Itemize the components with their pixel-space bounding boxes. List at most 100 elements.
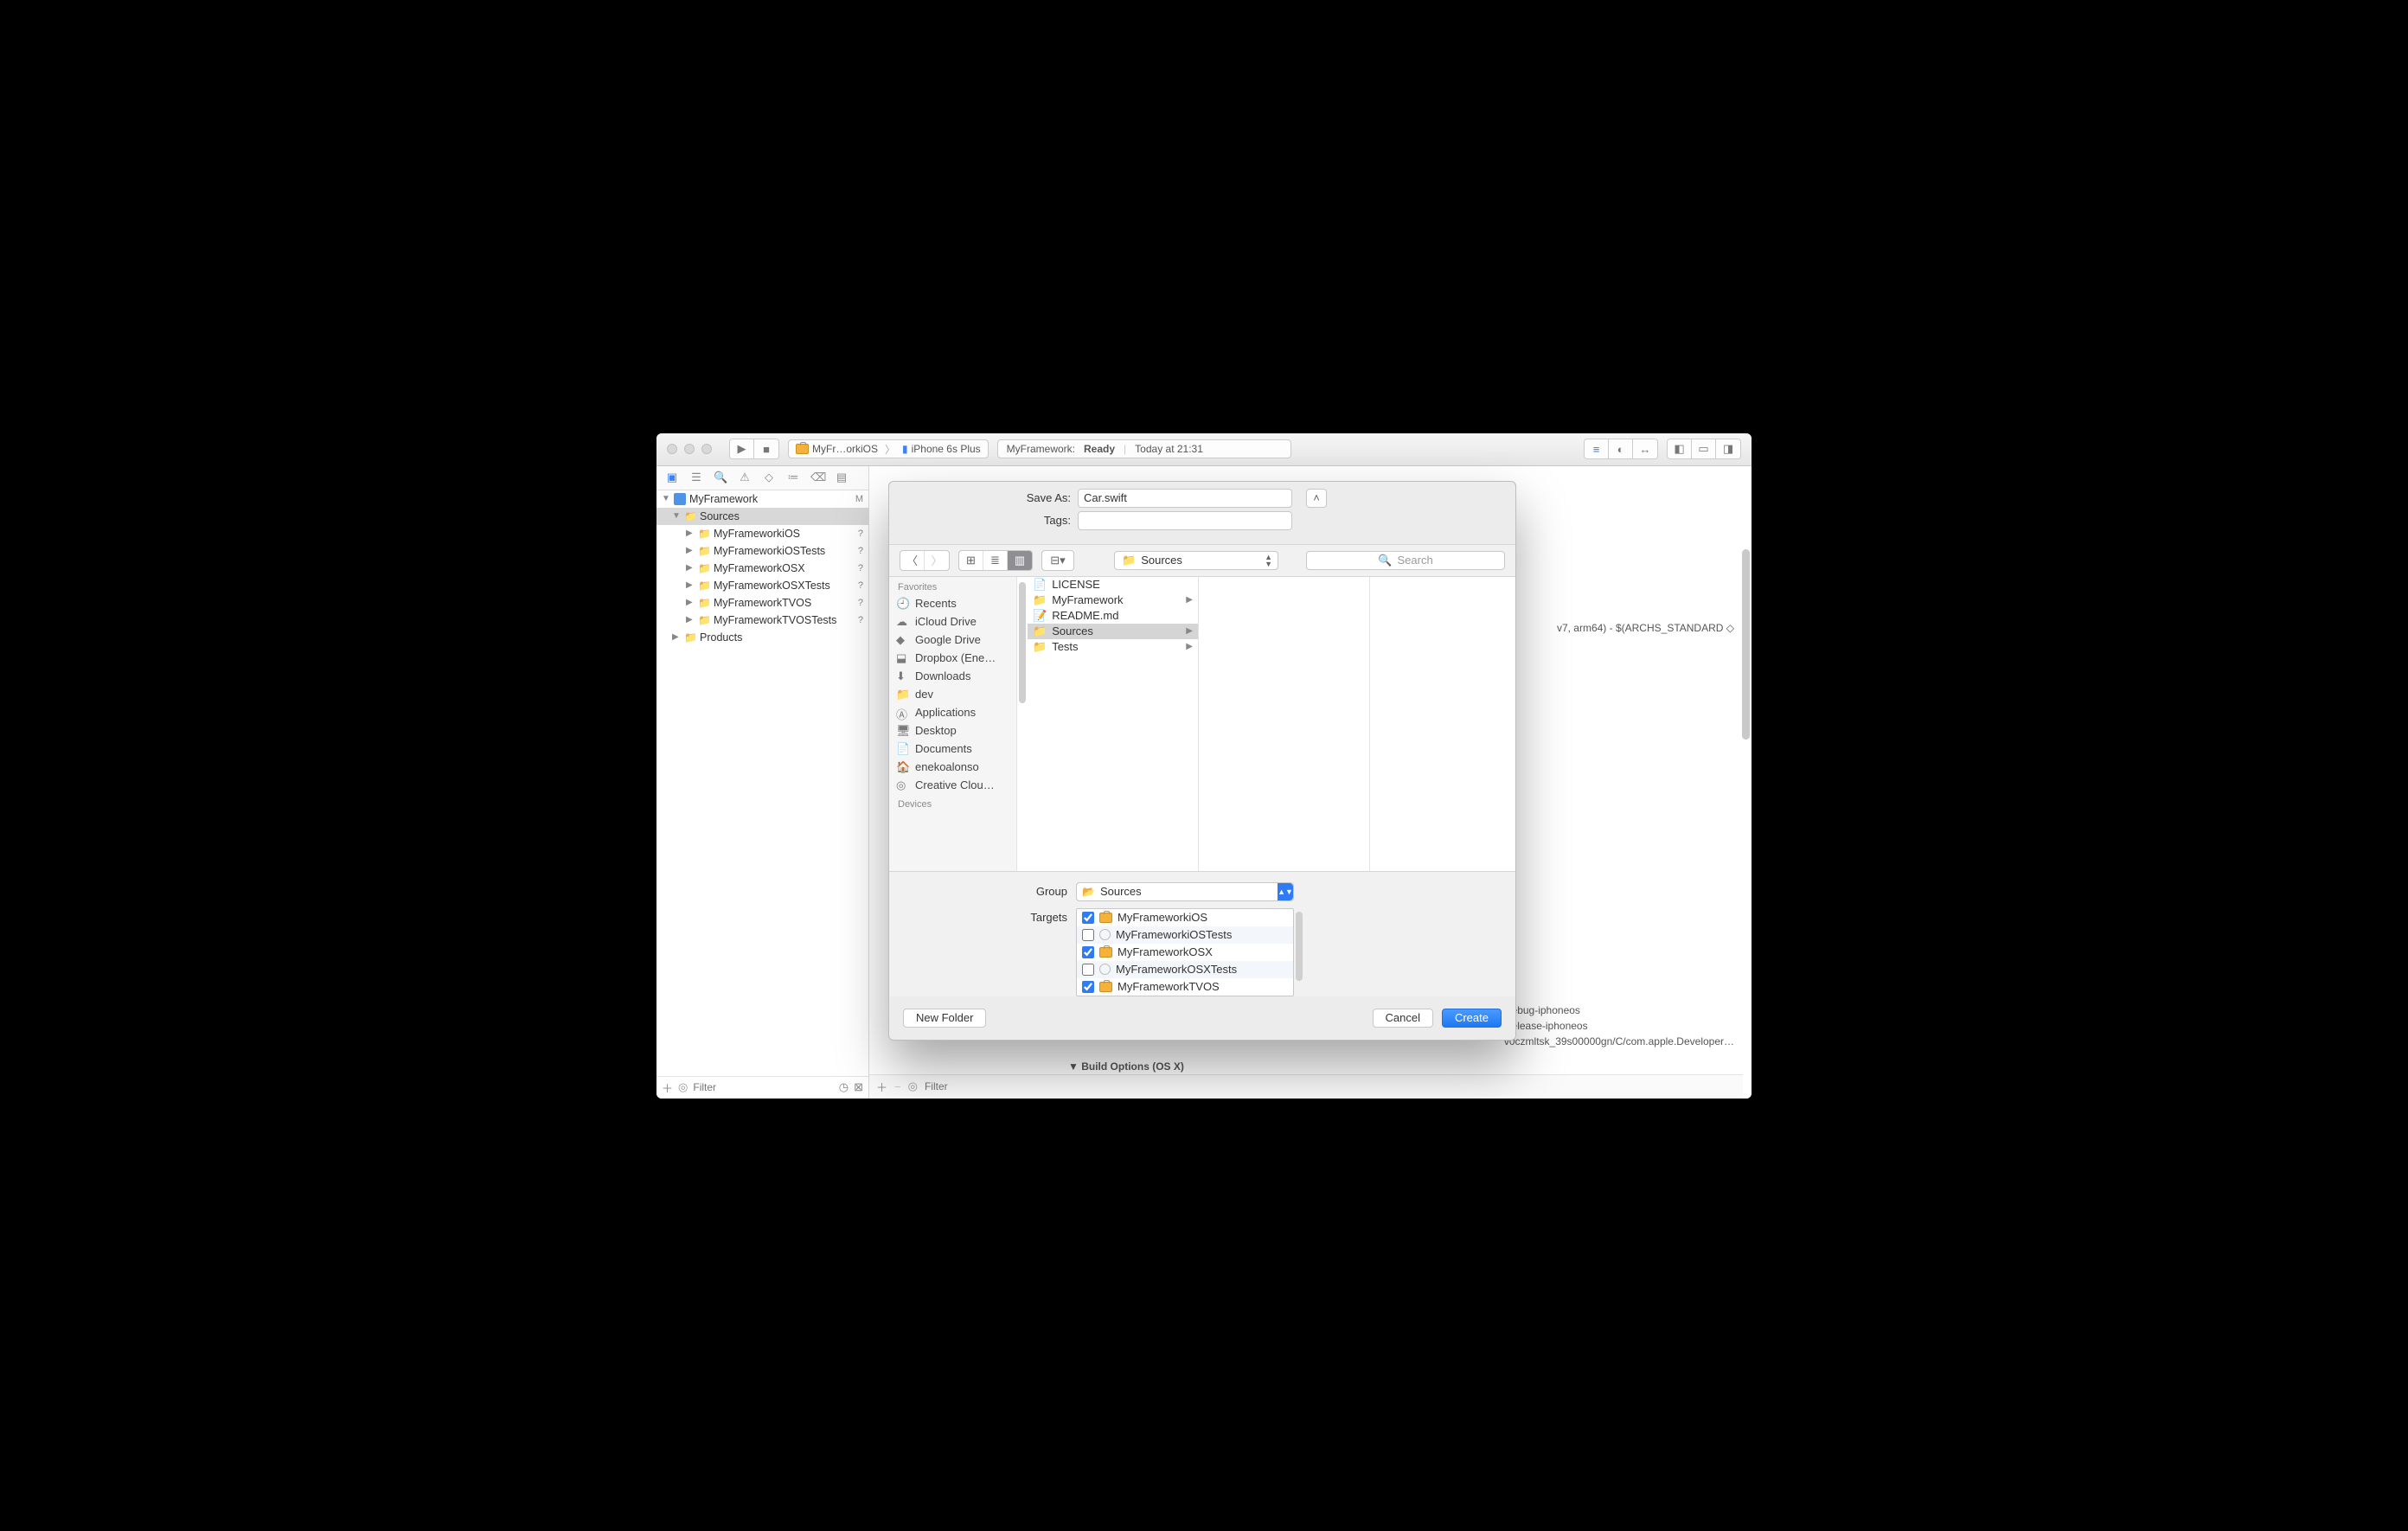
navigator-tabs: ▣ ☰ 🔍 ⚠ ◇ ≔ ⌫ ▤ <box>656 466 868 490</box>
scheme-selector[interactable]: MyFr…orkiOS 〉 ▮iPhone 6s Plus <box>788 439 989 458</box>
sidebar-scrollbar[interactable] <box>1017 577 1028 871</box>
scrollbar[interactable] <box>1739 523 1752 1074</box>
browser-column-2[interactable] <box>1199 577 1370 871</box>
file-row[interactable]: 📁Tests▶ <box>1028 639 1198 655</box>
remove-button[interactable]: − <box>894 1080 901 1093</box>
sidebar-item[interactable]: ⒶApplications <box>889 703 1016 721</box>
tree-item[interactable]: ▶ MyFrameworkiOS ? <box>656 525 868 542</box>
sidebar-item[interactable]: ◎Creative Clou… <box>889 776 1016 794</box>
test-navigator-tab[interactable]: ◇ <box>762 471 776 484</box>
file-row[interactable]: 📁MyFramework▶ <box>1028 593 1198 608</box>
sidebar-item[interactable]: 📄Documents <box>889 740 1016 758</box>
sidebar-item[interactable]: ☁iCloud Drive <box>889 612 1016 631</box>
breakpoint-navigator-tab[interactable]: ⌫ <box>810 471 824 484</box>
scheme-target: MyFr…orkiOS <box>812 443 878 455</box>
target-row[interactable]: MyFrameworkiOS <box>1077 909 1293 926</box>
find-navigator-tab[interactable]: 🔍 <box>714 471 727 484</box>
toggle-utilities-button[interactable]: ◨ <box>1716 439 1740 458</box>
saveas-label: Save As: <box>906 491 1071 504</box>
target-checkbox[interactable] <box>1082 929 1094 941</box>
tree-item[interactable]: ▶ MyFrameworkOSXTests ? <box>656 577 868 594</box>
sidebar-item[interactable]: 🕘Recents <box>889 594 1016 612</box>
search-field[interactable]: 🔍 Search <box>1306 551 1505 570</box>
add-breakpoint-button[interactable]: ＋ <box>876 1079 887 1095</box>
target-row[interactable]: MyFrameworkOSXTests <box>1077 961 1293 978</box>
test-icon <box>1099 929 1111 940</box>
target-row[interactable]: MyFrameworkiOSTests <box>1077 926 1293 944</box>
recent-filter-icon[interactable]: ◷ <box>839 1080 849 1094</box>
target-row[interactable]: MyFrameworkTVOS <box>1077 978 1293 996</box>
target-checkbox[interactable] <box>1082 946 1094 958</box>
back-button[interactable]: 〈 <box>900 551 925 570</box>
targets-scrollbar[interactable] <box>1294 908 1304 996</box>
add-button[interactable]: ＋ <box>662 1079 673 1096</box>
file-row[interactable]: 📝README.md <box>1028 608 1198 624</box>
sidebar-item[interactable]: 📁dev <box>889 685 1016 703</box>
group-popup[interactable]: Sources ▲▼ <box>1076 882 1294 901</box>
search-placeholder: Search <box>1397 554 1432 567</box>
column-view-button[interactable]: ▥ <box>1008 551 1032 570</box>
tree-item-products[interactable]: ▶ Products <box>656 629 868 646</box>
debug-filter-input[interactable] <box>925 1080 1059 1092</box>
target-checkbox[interactable] <box>1082 912 1094 924</box>
filter-scope-icon[interactable]: ◎ <box>678 1080 688 1094</box>
navigator-filter-input[interactable] <box>693 1081 833 1093</box>
file-row[interactable]: 📄LICENSE <box>1028 577 1198 593</box>
project-tree[interactable]: ▼ MyFramework M ▼ Sources ▶ MyFrameworki… <box>656 490 868 1076</box>
run-button[interactable]: ▶ <box>730 439 754 458</box>
issue-navigator-tab[interactable]: ⚠ <box>738 471 752 484</box>
save-sheet: Save As: ˄ Tags: 〈 〉 ⊞ ≣ ▥ ⊟▾ 📁 Sources <box>888 481 1516 1041</box>
sidebar-item[interactable]: ◆Google Drive <box>889 631 1016 649</box>
assistant-editor-button[interactable]: ◐ <box>1609 439 1633 458</box>
create-button[interactable]: Create <box>1442 1009 1502 1028</box>
list-view-button[interactable]: ≣ <box>983 551 1008 570</box>
scm-filter-icon[interactable]: ⊠ <box>854 1080 863 1094</box>
browser-column-3[interactable] <box>1370 577 1515 871</box>
group-arrange-button[interactable]: ⊟▾ <box>1041 550 1074 571</box>
symbol-navigator-tab[interactable]: ☰ <box>689 471 703 484</box>
project-root[interactable]: ▼ MyFramework M <box>656 490 868 508</box>
toggle-debug-button[interactable]: ▭ <box>1692 439 1716 458</box>
sidebar-item[interactable]: 🖥Desktop <box>889 721 1016 740</box>
file-row[interactable]: 📁Sources▶ <box>1028 624 1198 639</box>
zoom-window-button[interactable] <box>701 444 712 454</box>
saveas-input[interactable] <box>1078 489 1292 508</box>
new-folder-button[interactable]: New Folder <box>903 1009 986 1028</box>
toggle-navigator-button[interactable]: ◧ <box>1668 439 1692 458</box>
finder-sidebar[interactable]: Favorites 🕘Recents ☁iCloud Drive ◆Google… <box>889 577 1017 871</box>
path-popup[interactable]: 📁 Sources ▲▼ <box>1114 551 1278 570</box>
tree-item[interactable]: ▶ MyFrameworkOSX ? <box>656 560 868 577</box>
tags-input[interactable] <box>1078 511 1292 530</box>
standard-editor-button[interactable]: ≡ <box>1585 439 1609 458</box>
target-checkbox[interactable] <box>1082 981 1094 993</box>
tree-item-sources[interactable]: ▼ Sources <box>656 508 868 525</box>
expand-collapse-button[interactable]: ˄ <box>1306 489 1327 508</box>
browser-column-1[interactable]: 📄LICENSE 📁MyFramework▶ 📝README.md 📁Sourc… <box>1028 577 1199 871</box>
icon-view-button[interactable]: ⊞ <box>959 551 983 570</box>
sidebar-item[interactable]: 🏠enekoalonso <box>889 758 1016 776</box>
target-checkbox[interactable] <box>1082 964 1094 976</box>
tree-item[interactable]: ▶ MyFrameworkTVOSTests ? <box>656 612 868 629</box>
tree-item[interactable]: ▶ MyFrameworkTVOS ? <box>656 594 868 612</box>
targets-table[interactable]: MyFrameworkiOS MyFrameworkiOSTests MyFra… <box>1076 908 1294 996</box>
bg-path-debug: Debug-iphoneos <box>1504 1003 1734 1018</box>
project-navigator-tab[interactable]: ▣ <box>665 471 679 484</box>
filter-scope-icon[interactable]: ◎ <box>908 1079 918 1093</box>
minimize-window-button[interactable] <box>684 444 695 454</box>
cancel-button[interactable]: Cancel <box>1373 1009 1433 1028</box>
status-state: Ready <box>1084 443 1115 455</box>
forward-button[interactable]: 〉 <box>925 551 949 570</box>
run-stop-group: ▶ ■ <box>729 439 779 459</box>
sidebar-item[interactable]: ⬇Downloads <box>889 667 1016 685</box>
version-editor-button[interactable]: ↔ <box>1633 439 1657 458</box>
target-icon <box>1099 982 1112 992</box>
bg-path-release: Release-iphoneos <box>1504 1018 1734 1034</box>
folder-icon <box>698 580 710 592</box>
tree-item[interactable]: ▶ MyFrameworkiOSTests ? <box>656 542 868 560</box>
close-window-button[interactable] <box>667 444 677 454</box>
target-row[interactable]: MyFrameworkOSX <box>1077 944 1293 961</box>
debug-navigator-tab[interactable]: ≔ <box>786 471 800 484</box>
stop-button[interactable]: ■ <box>754 439 778 458</box>
sidebar-item[interactable]: ⬓Dropbox (Ene… <box>889 649 1016 667</box>
report-navigator-tab[interactable]: ▤ <box>835 471 849 484</box>
